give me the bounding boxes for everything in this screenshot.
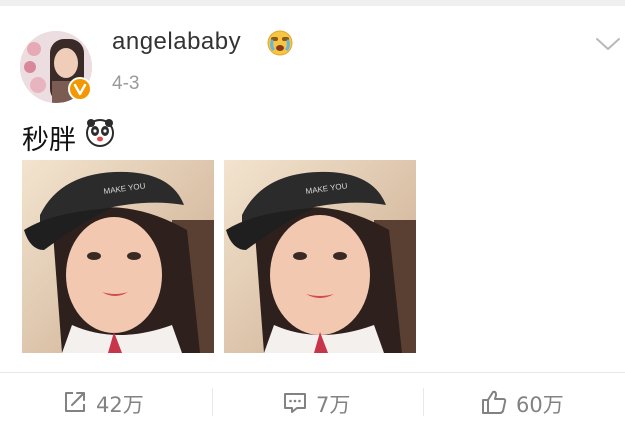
action-separator bbox=[423, 388, 424, 416]
comment-icon bbox=[282, 389, 308, 420]
top-strip bbox=[0, 0, 625, 6]
username[interactable]: angelababy bbox=[112, 28, 241, 56]
comment-button[interactable]: 7万 bbox=[282, 386, 350, 422]
action-separator bbox=[212, 388, 213, 416]
repost-button[interactable]: 42万 bbox=[62, 386, 144, 422]
post-photo-1[interactable]: MAKE YOU bbox=[22, 160, 214, 353]
post-text: 秒胖 bbox=[22, 125, 76, 156]
action-bar-divider bbox=[0, 372, 625, 373]
repost-icon bbox=[62, 389, 88, 420]
like-count: 60万 bbox=[516, 393, 564, 417]
like-button[interactable]: 60万 bbox=[480, 386, 564, 422]
verified-badge-icon bbox=[68, 77, 92, 101]
comment-count: 7万 bbox=[316, 393, 351, 417]
chevron-down-icon[interactable] bbox=[594, 34, 622, 54]
panda-face-icon bbox=[84, 116, 116, 148]
repost-count: 42万 bbox=[96, 393, 144, 417]
post-photo-2[interactable]: MAKE YOU bbox=[224, 160, 416, 353]
thumbs-up-icon bbox=[480, 389, 508, 420]
crying-face-icon bbox=[266, 28, 294, 56]
post-timestamp: 4-3 bbox=[112, 73, 140, 94]
